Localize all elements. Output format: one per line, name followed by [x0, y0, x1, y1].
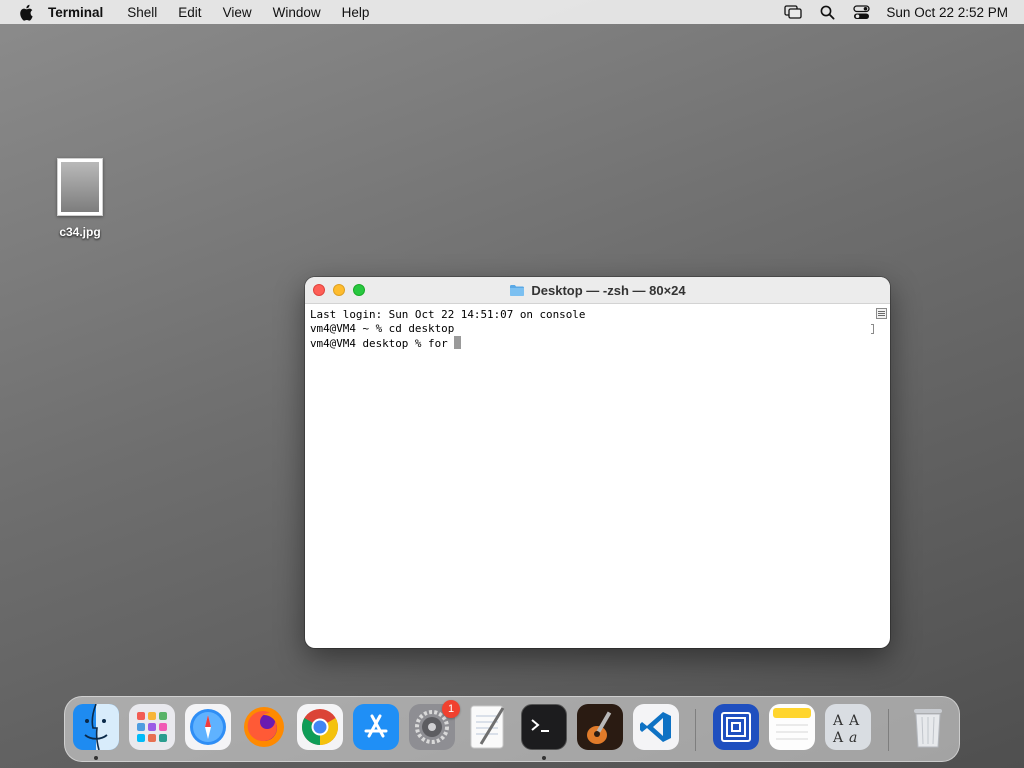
bookmark-bracket-icon	[871, 324, 874, 334]
terminal-input-line[interactable]: vm4@VM4 desktop % for	[310, 336, 885, 350]
menu-app-terminal[interactable]: Terminal	[48, 5, 103, 20]
running-indicator	[94, 756, 98, 760]
dock-garageband-icon[interactable]	[577, 704, 623, 750]
maximize-button[interactable]	[353, 284, 365, 296]
dock-firefox-icon[interactable]	[241, 704, 287, 750]
svg-text:A: A	[832, 713, 844, 729]
close-button[interactable]	[313, 284, 325, 296]
dock: 1 AAAa	[64, 696, 960, 762]
desktop-file-label: c34.jpg	[59, 225, 101, 239]
dock-terminal-icon[interactable]	[521, 704, 567, 750]
menu-help[interactable]: Help	[342, 5, 370, 20]
dock-finder-icon[interactable]	[73, 704, 119, 750]
menu-view[interactable]: View	[223, 5, 252, 20]
menu-bar: Terminal Shell Edit View Window Help Sun…	[0, 0, 1024, 24]
svg-text:A: A	[832, 730, 844, 746]
window-title-text: Desktop — -zsh — 80×24	[531, 282, 686, 298]
dock-trash-icon[interactable]	[905, 704, 951, 750]
spotlight-search-icon[interactable]	[818, 4, 836, 20]
desktop-file-c34[interactable]: c34.jpg	[50, 158, 110, 239]
traffic-lights	[313, 284, 365, 296]
text-cursor	[454, 336, 462, 349]
svg-text:A: A	[848, 713, 860, 729]
running-indicator	[542, 756, 546, 760]
menu-shell[interactable]: Shell	[127, 5, 157, 20]
dock-chrome-icon[interactable]	[297, 704, 343, 750]
dock-separator	[888, 709, 889, 751]
dock-app-store-icon[interactable]	[353, 704, 399, 750]
dock-safari-icon[interactable]	[185, 704, 231, 750]
dock-textedit-icon[interactable]	[465, 704, 511, 750]
dock-notes-icon[interactable]	[769, 704, 815, 750]
notification-badge: 1	[442, 700, 460, 718]
menu-extras: Sun Oct 22 2:52 PM	[784, 4, 1014, 20]
dock-font-book-icon[interactable]: AAAa	[825, 704, 871, 750]
screen-mirroring-icon[interactable]	[784, 4, 803, 20]
menu-window[interactable]: Window	[273, 5, 321, 20]
dock-launchpad-icon[interactable]	[129, 704, 175, 750]
dock-separator	[695, 709, 696, 751]
dock-remote-desktop-icon[interactable]	[713, 704, 759, 750]
terminal-content[interactable]: Last login: Sun Oct 22 14:51:07 on conso…	[305, 304, 890, 354]
file-thumbnail	[57, 158, 103, 216]
minimize-button[interactable]	[333, 284, 345, 296]
menu-clock[interactable]: Sun Oct 22 2:52 PM	[886, 5, 1008, 20]
terminal-window: Desktop — -zsh — 80×24 Last login: Sun O…	[305, 277, 890, 648]
menu-edit[interactable]: Edit	[178, 5, 201, 20]
apple-menu-icon[interactable]	[18, 3, 34, 21]
scroll-marker-icon[interactable]	[876, 308, 887, 319]
terminal-line: Last login: Sun Oct 22 14:51:07 on conso…	[310, 308, 586, 321]
terminal-titlebar[interactable]: Desktop — -zsh — 80×24	[305, 277, 890, 304]
terminal-prompt-text: vm4@VM4 desktop % for	[310, 337, 455, 350]
dock-vscode-icon[interactable]	[633, 704, 679, 750]
window-title: Desktop — -zsh — 80×24	[509, 282, 686, 298]
terminal-line: vm4@VM4 ~ % cd desktop	[310, 322, 455, 335]
svg-text:a: a	[849, 730, 857, 746]
control-center-icon[interactable]	[852, 4, 870, 20]
folder-icon	[509, 284, 525, 297]
